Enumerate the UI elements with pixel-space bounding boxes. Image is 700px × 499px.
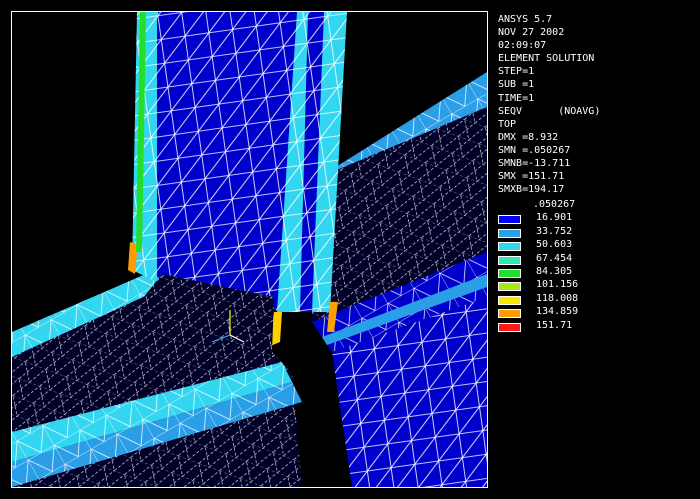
legend-value: 134.859 <box>536 306 579 318</box>
legend-swatch <box>498 309 521 319</box>
legend-value: 16.901 <box>536 212 573 224</box>
legend-swatch <box>498 282 521 292</box>
info-line-date: NOV 27 2002 <box>498 27 565 39</box>
info-line-smx: SMX =151.71 <box>498 171 565 183</box>
legend-swatch <box>498 242 521 252</box>
info-line-product: ANSYS 5.7 <box>498 14 553 25</box>
info-line-dmx: DMX =8.932 <box>498 131 559 143</box>
legend-swatch <box>498 322 521 332</box>
legend-swatch <box>498 215 521 225</box>
legend-value: 84.305 <box>536 265 573 277</box>
legend-value: 101.156 <box>536 279 579 291</box>
legend-swatch <box>498 268 521 278</box>
legend-swatch <box>498 255 521 265</box>
legend-value: 67.454 <box>536 252 573 264</box>
info-line-smn: SMN =.050267 <box>498 144 571 156</box>
legend-swatch <box>498 295 521 305</box>
info-line-result-item: SEQV (NOAVG) <box>498 105 601 117</box>
info-line-step: STEP=1 <box>498 66 535 78</box>
solution-info-panel: ANSYS 5.7 NOV 27 2002 02:09:07 ELEMENT S… <box>498 13 698 196</box>
model-viewport[interactable] <box>11 11 488 488</box>
info-line-time: 02:09:07 <box>498 40 547 52</box>
info-line-sub: SUB =1 <box>498 79 535 91</box>
legend-value: 50.603 <box>536 239 573 251</box>
legend-swatch <box>498 228 521 238</box>
legend-value: 151.71 <box>536 319 573 331</box>
info-line-smxb: SMXB=194.17 <box>498 184 565 196</box>
legend-value: 33.752 <box>536 225 573 237</box>
info-line-plot-type: ELEMENT SOLUTION <box>498 53 595 65</box>
info-line-solution-time: TIME=1 <box>498 92 535 104</box>
legend-value: 118.008 <box>536 292 579 304</box>
fe-model-plot <box>12 12 487 487</box>
info-line-smnb: SMNB=-13.711 <box>498 158 571 170</box>
legend-min-value: .050267 <box>533 199 576 210</box>
info-line-layer: TOP <box>498 118 517 130</box>
